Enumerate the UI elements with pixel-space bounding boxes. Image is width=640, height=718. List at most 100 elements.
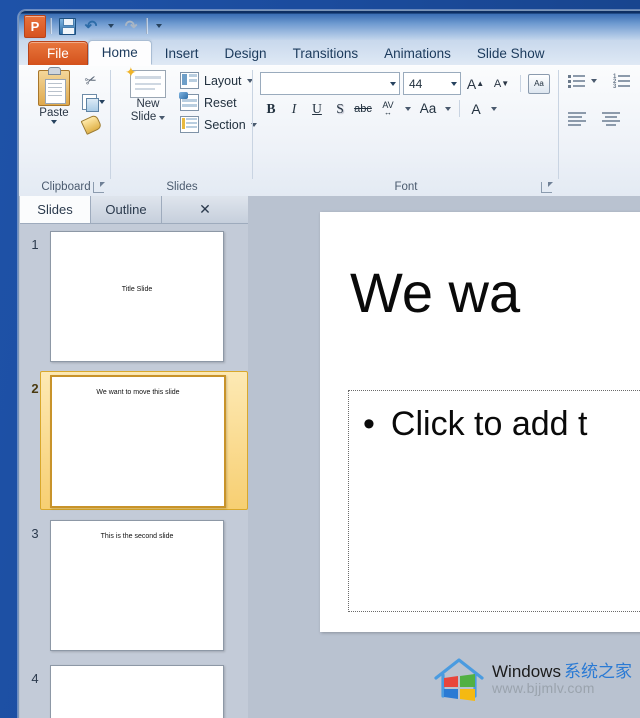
undo-dropdown-button[interactable] [104, 24, 118, 28]
thumbnail-number: 1 [31, 237, 39, 252]
redo-button[interactable]: ↷ [120, 15, 142, 37]
chevron-down-icon [451, 81, 457, 86]
ribbon-group-font: 44 A ▲ A ▼ Aa B I U S abc AV ↔ Aa A Font [256, 68, 556, 195]
thumbnail-slide-1[interactable]: 1 Title Slide [20, 231, 248, 362]
group-label-clipboard: Clipboard [24, 180, 108, 195]
content-prompt: Click to add t [390, 405, 588, 443]
font-color-button[interactable]: A [465, 98, 487, 119]
customize-qat-icon [156, 24, 162, 28]
thumbnail-slide-4[interactable]: 4 [20, 665, 248, 718]
clear-formatting-button[interactable]: Aa [528, 73, 550, 94]
new-slide-label-1: New [136, 98, 160, 110]
section-label: Section [204, 117, 246, 132]
tab-transitions[interactable]: Transitions [280, 42, 372, 65]
bullet-icon: • [363, 405, 375, 443]
save-button[interactable] [56, 15, 78, 37]
paste-button[interactable]: Paste [30, 67, 78, 124]
layout-button[interactable]: Layout [180, 72, 253, 89]
windows-house-logo-icon [432, 654, 486, 704]
reset-label: Reset [204, 95, 237, 110]
content-placeholder[interactable]: • Click to add t [348, 390, 640, 612]
pane-splitter[interactable] [248, 196, 260, 718]
strikethrough-button[interactable]: abc [352, 98, 374, 119]
character-spacing-dropdown[interactable] [402, 98, 414, 119]
qat-separator [50, 18, 52, 34]
change-case-dropdown[interactable] [442, 98, 454, 119]
ribbon-group-paragraph: 1 2 3 [562, 68, 640, 195]
shrink-font-button[interactable]: A ▼ [490, 73, 513, 94]
tab-home[interactable]: Home [87, 40, 152, 65]
powerpoint-logo-button[interactable]: P [24, 14, 46, 38]
thumbnail-preview: This is the second slide [50, 520, 224, 651]
font-color-icon: A [471, 100, 481, 117]
bullets-icon[interactable] [568, 74, 585, 88]
section-button[interactable]: Section [180, 116, 257, 133]
quick-access-toolbar: P ↶ ↷ [24, 14, 166, 38]
numbering-icon[interactable]: 1 2 3 [613, 74, 630, 90]
work-area: Slides Outline ✕ 1 Title Slide 2 We want… [18, 196, 640, 718]
font-dialog-launcher[interactable] [541, 182, 553, 193]
underline-button[interactable]: U [306, 98, 328, 119]
group-label-slides: Slides [166, 181, 198, 193]
undo-button[interactable]: ↶ [80, 15, 102, 37]
spacing-arrows-icon: ↔ [384, 107, 392, 117]
chevron-down-icon [405, 106, 411, 111]
slides-pane-tabs: Slides Outline ✕ [20, 196, 248, 224]
italic-button[interactable]: I [283, 98, 305, 119]
paintbrush-icon [80, 113, 102, 135]
section-icon [180, 116, 199, 133]
thumbnail-text: We want to move this slide [96, 389, 180, 396]
close-pane-button[interactable]: ✕ [162, 196, 248, 223]
font-size-input[interactable]: 44 [403, 72, 461, 95]
tab-outline[interactable]: Outline [91, 196, 162, 223]
new-slide-button[interactable]: ✦ New Slide [122, 65, 174, 124]
tab-file[interactable]: File [28, 41, 88, 65]
character-spacing-button[interactable]: AV ↔ [375, 98, 401, 119]
chevron-down-icon [445, 106, 451, 111]
reset-button[interactable]: Reset [179, 92, 237, 111]
qat-separator-2 [146, 18, 148, 34]
align-center-icon[interactable] [602, 112, 620, 126]
watermark-text: Windows 系统之家 www.bjjmlv.com [492, 662, 632, 697]
text-shadow-button[interactable]: S [329, 98, 351, 119]
chevron-down-icon[interactable] [591, 79, 597, 83]
tab-insert[interactable]: Insert [152, 42, 212, 65]
slide-title-placeholder[interactable]: We wa [350, 263, 640, 323]
thumbnail-number: 2 [31, 381, 39, 396]
thumbnail-slide-2[interactable]: 2 We want to move this slide [20, 375, 248, 508]
font-color-dropdown[interactable] [488, 98, 500, 119]
tab-slides[interactable]: Slides [20, 196, 91, 223]
font-separator-2 [459, 100, 460, 117]
font-name-input[interactable] [260, 72, 400, 95]
format-painter-button[interactable] [80, 113, 102, 135]
grow-font-button[interactable]: A ▲ [464, 73, 487, 94]
thumbnail-number: 3 [31, 526, 39, 541]
tab-slide-show[interactable]: Slide Show [464, 42, 558, 65]
new-slide-icon: ✦ [125, 65, 166, 98]
group-label-font: Font [256, 180, 556, 195]
thumbnail-preview: We want to move this slide [50, 375, 226, 508]
title-bar: P ↶ ↷ Present [18, 10, 640, 40]
watermark-brand-en: Windows [492, 661, 561, 681]
customize-qat-button[interactable] [152, 24, 166, 28]
tab-animations[interactable]: Animations [371, 42, 464, 65]
redo-icon: ↷ [124, 17, 138, 35]
bold-button[interactable]: B [260, 98, 282, 119]
cut-button[interactable]: ✂ [80, 70, 102, 90]
ribbon-group-slides: ✦ New Slide Layout Reset Section Slides [114, 65, 257, 195]
save-icon [58, 17, 76, 35]
change-case-button[interactable]: Aa [415, 98, 441, 119]
slide-canvas[interactable]: We wa • Click to add t [320, 212, 640, 632]
group-separator-3 [558, 70, 559, 179]
slides-pane: Slides Outline ✕ 1 Title Slide 2 We want… [20, 196, 248, 718]
ribbon-tab-strip: File Home Insert Design Transitions Anim… [18, 40, 640, 65]
thumbnail-number: 4 [31, 671, 39, 686]
clipboard-dialog-launcher[interactable] [93, 182, 105, 193]
copy-dropdown-button[interactable] [96, 92, 108, 112]
group-separator [110, 70, 111, 179]
align-left-icon[interactable] [568, 112, 586, 126]
tab-design[interactable]: Design [212, 42, 280, 65]
group-separator-2 [252, 70, 253, 179]
chevron-down-icon [390, 81, 396, 86]
thumbnail-slide-3[interactable]: 3 This is the second slide [20, 520, 248, 651]
